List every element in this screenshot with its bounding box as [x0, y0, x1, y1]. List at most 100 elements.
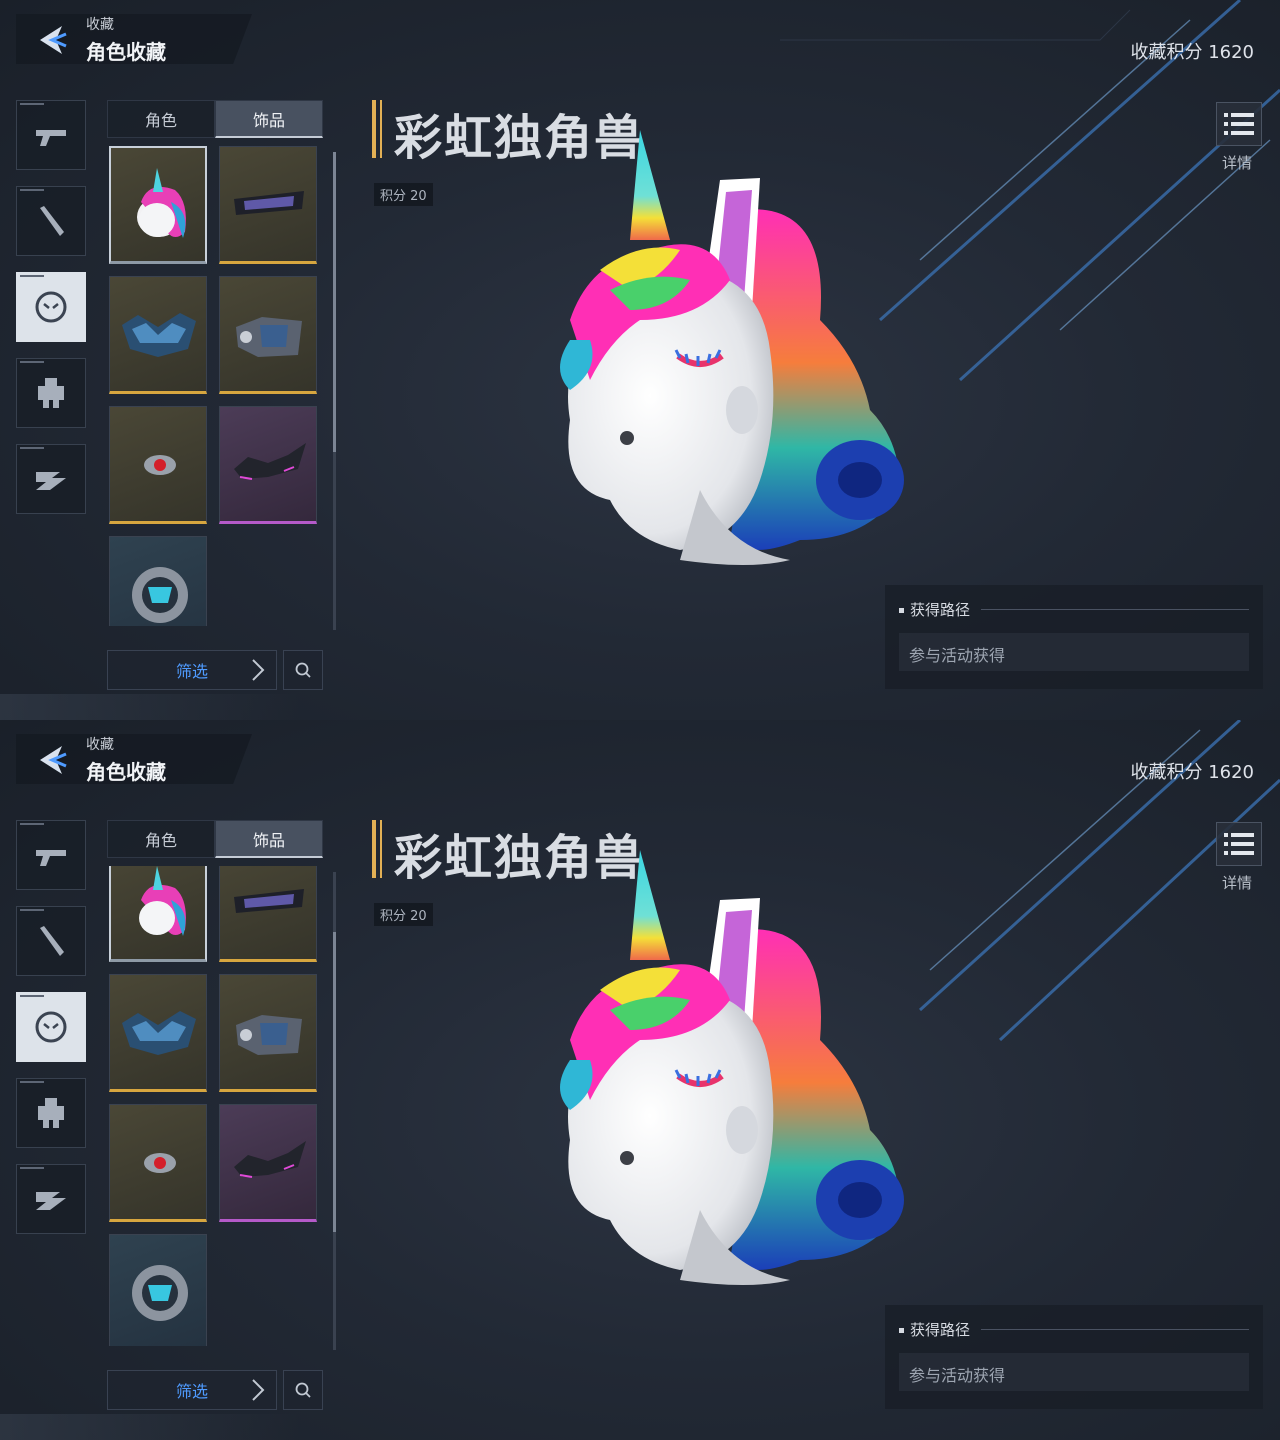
rail-item-vehicle[interactable]	[16, 1164, 86, 1234]
crystal-mask-icon	[122, 313, 196, 357]
unicorn-head-icon	[137, 168, 186, 238]
detail-label: 详情	[1222, 874, 1253, 892]
chevron-right-icon	[252, 1379, 265, 1401]
list-scrollbar[interactable]	[333, 152, 336, 630]
mask-icon	[35, 291, 67, 323]
vehicle-icon	[36, 1192, 66, 1210]
rail-item-melee[interactable]	[16, 906, 86, 976]
rail-item-pistol[interactable]	[16, 100, 86, 170]
item-list-panel: 角色 饰品	[107, 820, 323, 1350]
scroll-thumb[interactable]	[333, 152, 336, 452]
acquire-value: 参与活动获得	[899, 633, 1249, 671]
tab-character[interactable]: 角色	[107, 820, 215, 858]
rail-item-melee[interactable]	[16, 186, 86, 256]
filter-button[interactable]: 筛选	[107, 1370, 277, 1410]
item-card-spike-mask[interactable]	[219, 1104, 317, 1222]
tab-character[interactable]: 角色	[107, 100, 215, 138]
scroll-thumb[interactable]	[333, 932, 336, 1232]
category-rail	[16, 820, 86, 1250]
detail-button[interactable]	[1216, 822, 1262, 866]
acquire-heading-text: 获得路径	[910, 601, 971, 619]
tech-ring-icon	[132, 1265, 188, 1321]
title-accent-bar	[372, 820, 376, 878]
breadcrumb: 收藏	[86, 17, 114, 33]
title-accent-bar-thin	[380, 100, 382, 158]
item-card-tech-ring[interactable]	[109, 1234, 207, 1346]
armor-mask-icon	[236, 317, 302, 357]
collection-screen-2: 收藏 角色收藏 收藏积分 1620 角色 饰品 筛选 彩虹独角兽 积分 20 详…	[0, 720, 1280, 1440]
armor-mask-icon	[236, 1015, 302, 1055]
item-card-armor-mask[interactable]	[219, 974, 317, 1092]
search-icon	[295, 1382, 311, 1398]
visor-glasses-icon	[234, 191, 304, 215]
tab-accessory[interactable]: 饰品	[215, 100, 323, 138]
acquire-path-box: 获得路径 参与活动获得	[885, 1305, 1263, 1409]
back-arrow-icon[interactable]	[34, 22, 70, 58]
item-card-spike-mask[interactable]	[219, 406, 317, 524]
red-eye-lens-icon	[144, 1153, 176, 1173]
baton-icon	[40, 206, 64, 236]
page-title: 角色收藏	[86, 760, 166, 784]
mech-icon	[38, 378, 64, 408]
item-card-armor-mask[interactable]	[219, 276, 317, 394]
item-grid	[107, 866, 323, 1346]
rail-item-character[interactable]	[16, 992, 86, 1062]
item-grid	[107, 146, 323, 626]
collection-screen-1: 收藏 角色收藏 收藏积分 1620 角色 饰品 筛选 彩虹独角兽 积分 20 详…	[0, 0, 1280, 720]
category-tabs: 角色 饰品	[107, 820, 323, 858]
back-arrow-icon[interactable]	[34, 742, 70, 778]
spike-mask-icon	[234, 1141, 306, 1178]
spike-mask-icon	[234, 443, 306, 480]
collection-score: 收藏积分 1620	[1130, 762, 1254, 783]
title-accent-bar	[372, 100, 376, 158]
acquire-value: 参与活动获得	[899, 1353, 1249, 1391]
pistol-icon	[36, 130, 66, 146]
category-tabs: 角色 饰品	[107, 100, 323, 138]
acquire-divider	[981, 1329, 1249, 1330]
item-card-red-eye[interactable]	[109, 1104, 207, 1222]
category-rail	[16, 100, 86, 530]
acquire-heading-text: 获得路径	[910, 1321, 971, 1339]
breadcrumb: 收藏	[86, 737, 114, 753]
tab-accessory[interactable]: 饰品	[215, 820, 323, 858]
detail-button[interactable]	[1216, 102, 1262, 146]
unicorn-head-model	[560, 850, 904, 1285]
rail-item-pistol[interactable]	[16, 820, 86, 890]
acquire-heading: 获得路径	[899, 599, 970, 620]
list-icon	[1224, 113, 1254, 135]
rail-item-mech[interactable]	[16, 358, 86, 428]
search-icon	[295, 662, 311, 678]
filter-button[interactable]: 筛选	[107, 650, 277, 690]
mask-icon	[35, 1011, 67, 1043]
search-button[interactable]	[283, 650, 323, 690]
unicorn-head-icon	[139, 866, 186, 936]
filter-label: 筛选	[175, 1382, 208, 1401]
baton-icon	[40, 926, 64, 956]
page-title: 角色收藏	[86, 40, 166, 64]
item-card-visor[interactable]	[219, 146, 317, 264]
detail-label: 详情	[1222, 154, 1253, 172]
item-card-red-eye[interactable]	[109, 406, 207, 524]
red-eye-lens-icon	[144, 455, 176, 475]
rail-item-mech[interactable]	[16, 1078, 86, 1148]
item-list-panel: 角色 饰品	[107, 100, 323, 630]
bottom-strip	[0, 1414, 300, 1440]
acquire-path-box: 获得路径 参与活动获得	[885, 585, 1263, 689]
list-scrollbar[interactable]	[333, 872, 336, 1350]
item-card-unicorn[interactable]	[109, 146, 207, 264]
rail-item-vehicle[interactable]	[16, 444, 86, 514]
filter-label: 筛选	[175, 662, 208, 681]
crystal-mask-icon	[122, 1011, 196, 1055]
collection-score: 收藏积分 1620	[1130, 42, 1254, 63]
tech-ring-icon	[132, 567, 188, 623]
mech-icon	[38, 1098, 64, 1128]
item-card-tech-ring[interactable]	[109, 536, 207, 626]
item-card-crystal-mask[interactable]	[109, 276, 207, 394]
search-button[interactable]	[283, 1370, 323, 1410]
acquire-divider	[981, 609, 1249, 610]
item-card-crystal-mask[interactable]	[109, 974, 207, 1092]
item-card-unicorn[interactable]	[109, 866, 207, 962]
rail-item-character[interactable]	[16, 272, 86, 342]
title-accent-bar-thin	[380, 820, 382, 878]
item-card-visor[interactable]	[219, 866, 317, 962]
